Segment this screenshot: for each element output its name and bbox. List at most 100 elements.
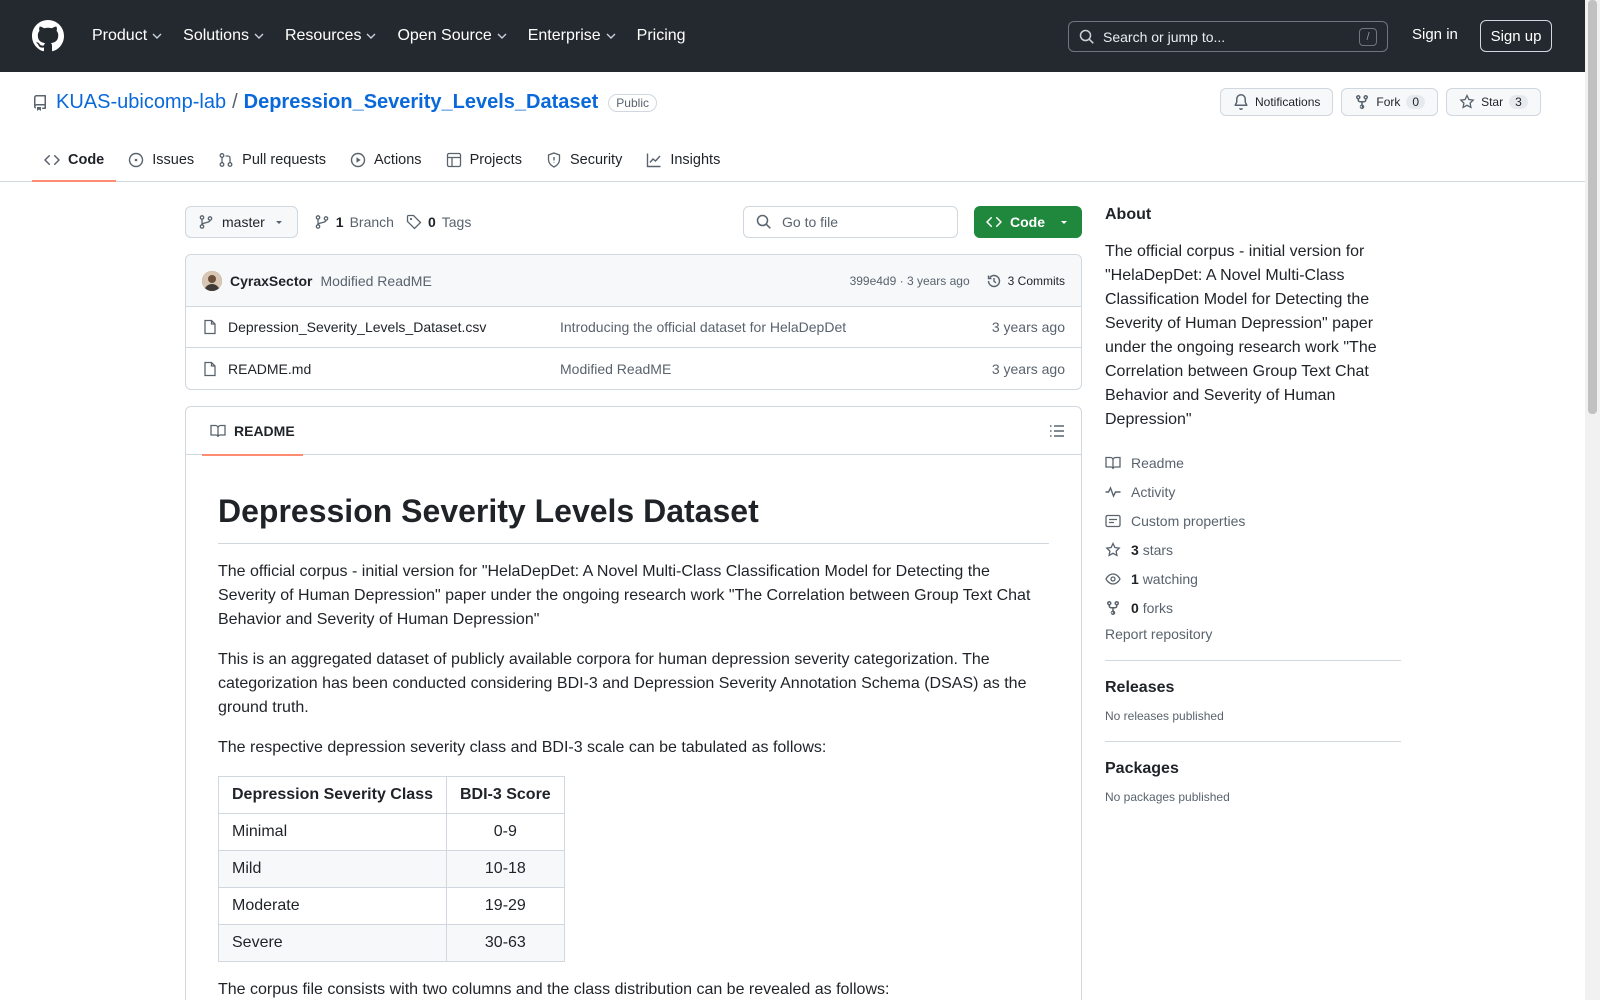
readme-body: Depression Severity Levels Dataset The o… [186,455,1081,1000]
tab-insights[interactable]: Insights [634,138,732,182]
readme-paragraph: The respective depression severity class… [218,739,827,756]
branch-select-button[interactable]: master [185,206,298,238]
activity-link[interactable]: Activity [1105,477,1401,506]
stars-label: stars [1142,541,1174,558]
go-to-file-input[interactable]: Go to file [743,206,958,238]
user-avatar-icon [202,270,222,291]
branch-icon [199,215,213,229]
nav-pricing-label: Pricing [636,27,686,44]
caret-down-icon [1061,221,1067,224]
forks-count: 0 [1131,599,1139,616]
main-content: master 1 Branch 0 Tags Go to file Code C… [185,206,1082,1000]
tab-pull-requests[interactable]: Pull requests [206,138,338,182]
repo-icon [33,94,46,111]
search-icon [756,214,771,229]
graph-icon [647,153,661,168]
avatar[interactable] [202,270,222,291]
tab-security[interactable]: Security [534,138,634,182]
file-row[interactable]: README.md Modified ReadME 3 years ago [186,348,1081,389]
commit-hash-time[interactable]: 399e4d9 · 3 years ago [850,274,970,288]
shield-icon [547,152,561,168]
chevron-down-icon [254,33,264,39]
table-row: Minimal 0-9 [218,813,565,851]
nav-enterprise[interactable]: Enterprise [520,21,625,51]
nav-solutions[interactable]: Solutions [175,21,273,51]
file-commit-time: 3 years ago [991,360,1065,377]
commit-author-link[interactable]: CyraxSector [230,273,313,289]
tags-link[interactable]: 0 Tags [406,214,471,230]
notifications-label: Notifications [1255,95,1321,109]
repo-header: KUAS-ubicomp-lab / Depression_Severity_L… [0,72,1585,182]
github-logo-icon[interactable] [32,20,64,52]
branch-count-label: Branch [349,214,394,230]
file-commit-message[interactable]: Modified ReadME [560,361,671,377]
scrollbar-thumb[interactable] [1588,0,1597,414]
table-cell: 10-18 [446,850,565,888]
file-name-link[interactable]: Depression_Severity_Levels_Dataset.csv [228,319,560,335]
tab-actions[interactable]: Actions [338,138,434,182]
fork-label: Fork [1376,95,1401,109]
table-cell: Minimal [218,813,447,851]
code-download-button[interactable]: Code [974,206,1082,238]
tab-code[interactable]: Code [32,138,117,182]
file-name-link[interactable]: README.md [228,361,560,377]
global-search-input[interactable]: Search or jump to... / [1068,21,1388,52]
file-icon [204,319,216,335]
watching-count: 1 [1131,570,1139,587]
table-header-score: BDI-3 Score [446,776,565,814]
nav-product[interactable]: Product [84,21,171,51]
fork-button[interactable]: Fork 0 [1341,88,1439,116]
star-label: Star [1481,95,1504,109]
releases-title[interactable]: Releases [1105,679,1401,697]
stars-link[interactable]: 3 stars [1105,535,1401,564]
nav-resources[interactable]: Resources [277,21,385,51]
packages-title[interactable]: Packages [1105,760,1401,778]
notifications-button[interactable]: Notifications [1220,88,1334,116]
pull-request-icon [219,153,233,167]
tab-projects[interactable]: Projects [434,138,534,182]
readme-tab-label: README [234,422,295,439]
readme-title: Depression Severity Levels Dataset [218,487,1049,544]
branches-link[interactable]: 1 Branch [314,214,394,230]
readme-link[interactable]: Readme [1105,448,1401,477]
repo-owner-link[interactable]: KUAS-ubicomp-lab [56,91,226,114]
fork-icon [1356,94,1369,110]
table-cell: Severe [218,924,447,962]
nav-solutions-label: Solutions [183,27,249,44]
table-icon [446,152,461,168]
tab-insights-label: Insights [670,152,721,168]
table-cell: 0-9 [446,813,565,851]
nav-open-source[interactable]: Open Source [389,21,515,51]
issue-icon [129,152,144,168]
readme-paragraph: The corpus file consists with two column… [218,981,890,998]
file-commit-message[interactable]: Introducing the official dataset for Hel… [560,319,846,335]
caret-down-icon [275,221,282,224]
tab-pull-requests-label: Pull requests [242,152,326,168]
commit-message-link[interactable]: Modified ReadME [321,273,432,289]
nav-pricing[interactable]: Pricing [629,21,694,51]
tag-icon [406,214,422,230]
code-icon [44,154,60,166]
star-button[interactable]: Star 3 [1446,88,1541,116]
file-commit-time: 3 years ago [991,319,1065,335]
file-row[interactable]: Depression_Severity_Levels_Dataset.csv I… [186,307,1081,348]
readme-tab[interactable]: README [202,407,303,456]
search-icon [1079,29,1094,44]
forks-link[interactable]: 0 forks [1105,593,1401,622]
readme-link-label: Readme [1131,454,1184,471]
fork-icon [1107,600,1119,615]
table-cell: Mild [218,850,447,888]
report-repository-link[interactable]: Report repository [1105,626,1401,642]
file-list: CyraxSector Modified ReadME 399e4d9 · 3 … [185,254,1082,390]
sign-in-link[interactable]: Sign in [1412,26,1458,43]
list-outline-icon[interactable] [1049,423,1065,439]
nav-enterprise-label: Enterprise [527,27,601,44]
repo-name-link[interactable]: Depression_Severity_Levels_Dataset [244,91,599,114]
commits-history-link[interactable]: 3 Commits [986,273,1065,289]
tab-issues[interactable]: Issues [116,138,206,182]
star-count: 3 [1509,95,1528,109]
custom-properties-link[interactable]: Custom properties [1105,506,1401,535]
page-scrollbar[interactable] [1585,0,1600,1000]
sign-up-button[interactable]: Sign up [1480,20,1552,52]
watchers-link[interactable]: 1 watching [1105,564,1401,593]
